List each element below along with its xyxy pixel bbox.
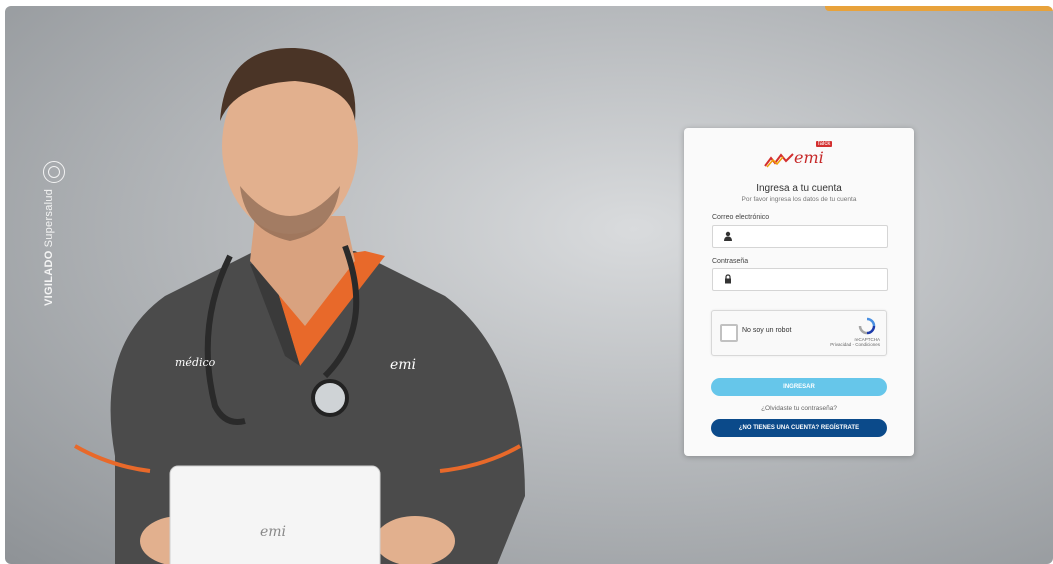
recaptcha-widget: No soy un robot reCAPTCHA Privacidad - C…: [711, 310, 887, 356]
login-title: Ingresa a tu cuenta: [756, 183, 842, 194]
login-card: falck emi Ingresa a tu cuenta Por favor …: [684, 128, 914, 456]
top-accent-bar: [825, 6, 1053, 11]
doctor-illustration: emi médico emi: [74, 47, 525, 564]
uniform-label: médico: [175, 356, 216, 369]
falck-badge: falck: [816, 141, 833, 147]
vigilado-bold: VIGILADO: [43, 250, 55, 306]
emi-logo: falck emi: [764, 140, 834, 170]
user-icon: [724, 231, 732, 241]
register-button[interactable]: ¿NO TIENES UNA CUENTA? REGÍSTRATE: [711, 419, 887, 437]
email-field[interactable]: [712, 225, 888, 248]
emi-logo-mark-icon: [764, 153, 794, 168]
recaptcha-label: No soy un robot: [742, 327, 792, 334]
password-field[interactable]: [712, 268, 888, 291]
lock-icon: [725, 274, 731, 284]
emi-logo-text: emi: [794, 148, 824, 167]
tablet-brand: emi: [260, 524, 286, 540]
vigilado-supersalud-label: VIGILADO Supersalud: [43, 189, 55, 306]
uniform-brand: emi: [390, 357, 416, 373]
password-label: Contraseña: [712, 258, 749, 265]
login-button[interactable]: INGRESAR: [711, 378, 887, 396]
recaptcha-icon: [858, 317, 876, 335]
login-subtitle: Por favor ingresa los datos de tu cuenta: [741, 196, 857, 203]
forgot-password-link[interactable]: ¿Olvidaste tu contraseña?: [684, 405, 914, 412]
recaptcha-links[interactable]: Privacidad - Condiciones: [830, 342, 880, 347]
email-label: Correo electrónico: [712, 214, 770, 221]
recaptcha-checkbox[interactable]: [720, 324, 738, 342]
vigilado-text: Supersalud: [43, 188, 55, 248]
